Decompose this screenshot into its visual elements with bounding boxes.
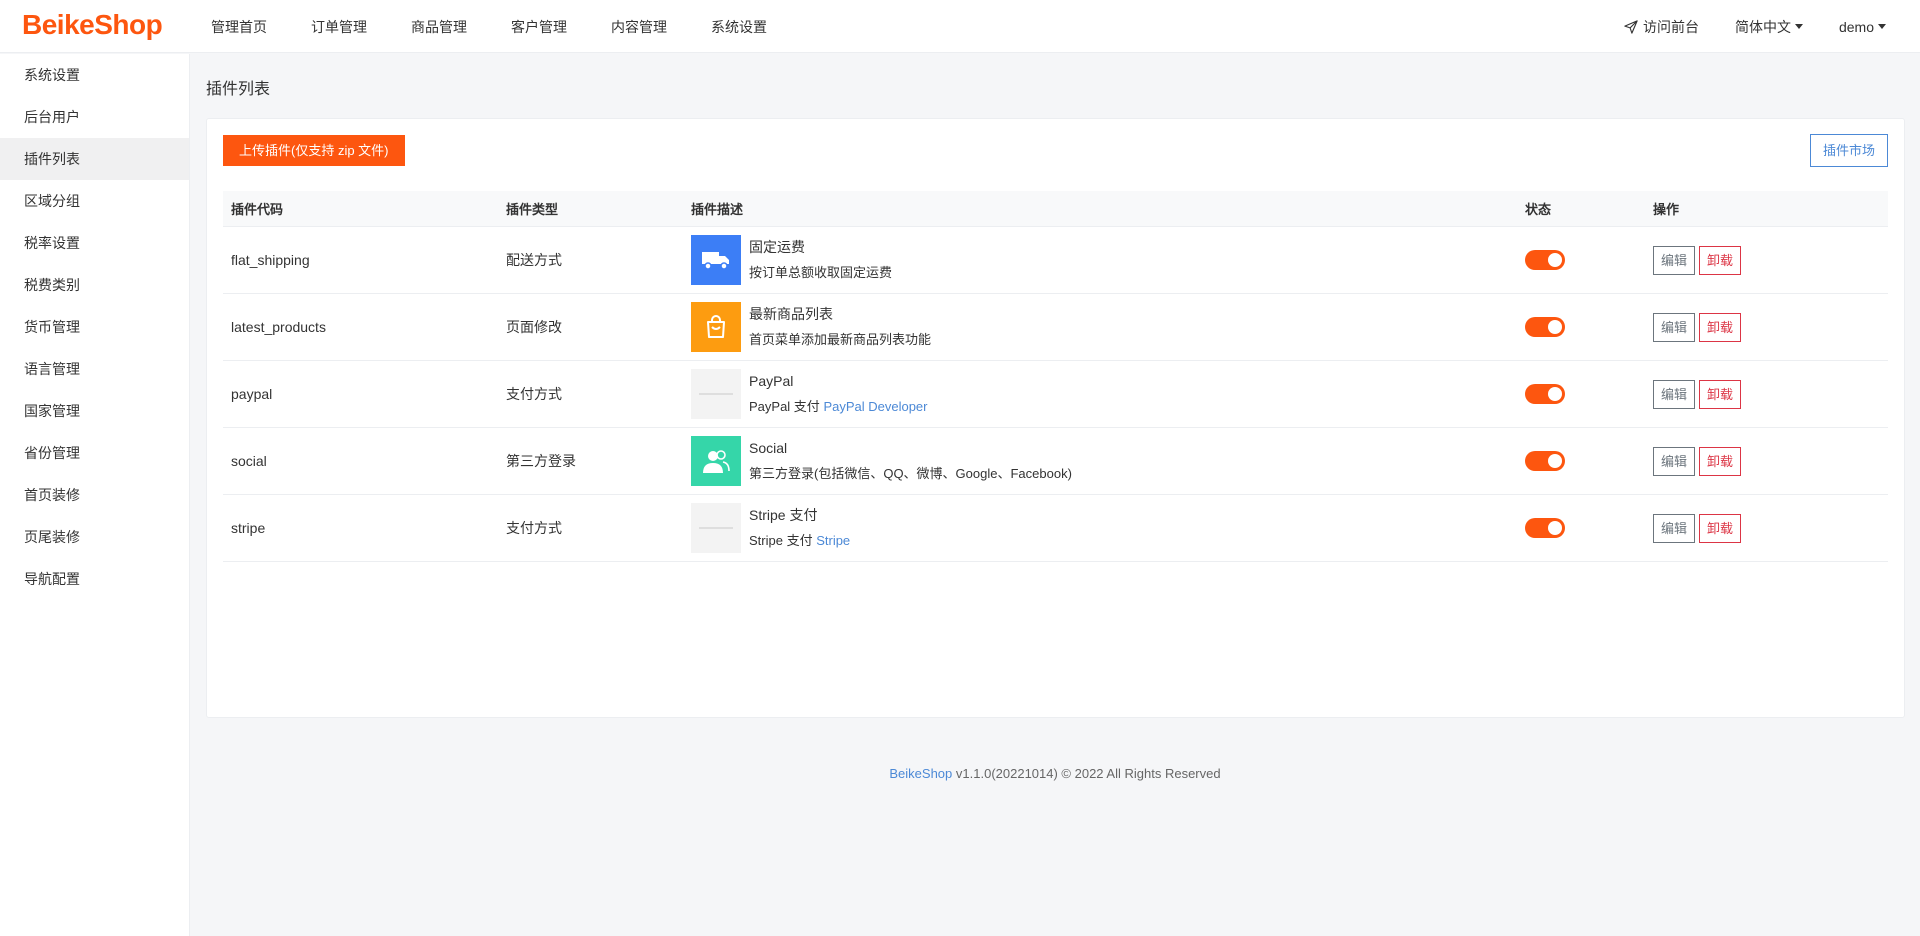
header-status: 状态 bbox=[1525, 202, 1552, 217]
plugin-type: 配送方式 bbox=[506, 252, 562, 268]
edit-button[interactable]: 编辑 bbox=[1653, 513, 1696, 543]
status-toggle[interactable] bbox=[1525, 451, 1565, 471]
plugin-name: Stripe 支付 bbox=[749, 507, 818, 523]
sidebar-item-plugins[interactable]: 插件列表 bbox=[0, 138, 189, 180]
sidebar-item-countries[interactable]: 国家管理 bbox=[0, 390, 189, 432]
user-dropdown[interactable]: demo bbox=[1839, 19, 1886, 35]
chevron-down-icon bbox=[1794, 24, 1803, 29]
sidebar: 系统设置 后台用户 插件列表 区域分组 税率设置 税费类别 货币管理 语言管理 … bbox=[0, 54, 190, 936]
header-ops: 操作 bbox=[1653, 202, 1680, 217]
visit-frontend-label: 访问前台 bbox=[1642, 18, 1699, 35]
visit-frontend-link[interactable]: 访问前台 bbox=[1624, 17, 1699, 37]
top-right-menu: 访问前台 简体中文 demo bbox=[1588, 0, 1886, 53]
edit-button[interactable]: 编辑 bbox=[1653, 312, 1696, 342]
plugin-type: 第三方登录 bbox=[506, 453, 576, 469]
chevron-down-icon bbox=[1878, 24, 1886, 29]
table-row: stripe 支付方式 Stripe 支付 Stripe 支付 Stripe 编… bbox=[223, 495, 1888, 562]
plugin-type: 支付方式 bbox=[506, 520, 562, 536]
plugin-name: 固定运费 bbox=[749, 239, 805, 255]
plugin-type: 页面修改 bbox=[506, 319, 562, 335]
plugin-name: Social bbox=[749, 440, 788, 456]
sidebar-item-system-settings[interactable]: 系统设置 bbox=[0, 54, 189, 96]
sidebar-item-provinces[interactable]: 省份管理 bbox=[0, 432, 189, 474]
plugin-name: PayPal bbox=[749, 373, 794, 389]
plugin-name: 最新商品列表 bbox=[749, 306, 833, 322]
placeholder-image-icon bbox=[691, 503, 741, 553]
page-title: 插件列表 bbox=[206, 81, 271, 98]
plugin-code: latest_products bbox=[231, 319, 326, 335]
plugin-subtitle: Stripe 支付 Stripe bbox=[749, 533, 851, 548]
sidebar-item-navigation[interactable]: 导航配置 bbox=[0, 558, 189, 600]
status-toggle[interactable] bbox=[1525, 317, 1565, 337]
truck-icon bbox=[691, 235, 741, 285]
plugins-card: 上传插件(仅支持 zip 文件) 插件市场 插件代码 插件类型 插件描述 状态 … bbox=[206, 118, 1905, 718]
plugin-desc: PayPal PayPal 支付 PayPal Developer bbox=[683, 369, 1517, 419]
uninstall-button[interactable]: 卸载 bbox=[1699, 446, 1742, 476]
language-dropdown[interactable]: 简体中文 bbox=[1735, 17, 1803, 37]
plugin-desc: Stripe 支付 Stripe 支付 Stripe bbox=[683, 503, 1517, 553]
sidebar-item-home-design[interactable]: 首页装修 bbox=[0, 474, 189, 516]
top-header: BeikeShop 管理首页 订单管理 商品管理 客户管理 内容管理 系统设置 … bbox=[0, 0, 1920, 53]
sidebar-item-admin-users[interactable]: 后台用户 bbox=[0, 96, 189, 138]
top-nav: 管理首页 订单管理 商品管理 客户管理 内容管理 系统设置 bbox=[211, 0, 811, 53]
status-toggle[interactable] bbox=[1525, 250, 1565, 270]
sidebar-item-tax-rates[interactable]: 税率设置 bbox=[0, 222, 189, 264]
send-icon bbox=[1624, 19, 1638, 34]
edit-button[interactable]: 编辑 bbox=[1653, 245, 1696, 275]
header-type: 插件类型 bbox=[506, 202, 559, 217]
plugin-desc: 最新商品列表 首页菜单添加最新商品列表功能 bbox=[683, 302, 1517, 352]
language-label: 简体中文 bbox=[1734, 18, 1791, 35]
plugin-code: flat_shipping bbox=[231, 252, 310, 268]
status-toggle[interactable] bbox=[1525, 518, 1565, 538]
table-row: flat_shipping 配送方式 固定运费 按订单总额收取固定运费 编辑 卸… bbox=[223, 227, 1888, 294]
shopping-bag-icon bbox=[691, 302, 741, 352]
table-row: latest_products 页面修改 最新商品列表 首页菜单添加最新商品列表… bbox=[223, 294, 1888, 361]
edit-button[interactable]: 编辑 bbox=[1653, 379, 1696, 409]
sidebar-item-region-groups[interactable]: 区域分组 bbox=[0, 180, 189, 222]
sidebar-item-footer-design[interactable]: 页尾装修 bbox=[0, 516, 189, 558]
nav-item-orders[interactable]: 订单管理 bbox=[311, 17, 367, 37]
plugin-code: paypal bbox=[231, 386, 273, 402]
uninstall-button[interactable]: 卸载 bbox=[1699, 513, 1742, 543]
developer-link[interactable]: Stripe bbox=[816, 533, 850, 548]
plugin-subtitle: 第三方登录(包括微信、QQ、微博、Google、Facebook) bbox=[749, 466, 1072, 481]
sidebar-item-tax-classes[interactable]: 税费类别 bbox=[0, 264, 189, 306]
table-header: 插件代码 插件类型 插件描述 状态 操作 bbox=[223, 191, 1888, 227]
nav-item-dashboard[interactable]: 管理首页 bbox=[211, 17, 267, 37]
sidebar-item-languages[interactable]: 语言管理 bbox=[0, 348, 189, 390]
table-row: social 第三方登录 Social 第三方登录(包括微信、QQ、微博、Goo… bbox=[223, 428, 1888, 495]
footer-text: v1.1.0(20221014) © 2022 All Rights Reser… bbox=[955, 766, 1221, 781]
plugin-desc: Social 第三方登录(包括微信、QQ、微博、Google、Facebook) bbox=[683, 436, 1517, 486]
nav-item-settings[interactable]: 系统设置 bbox=[711, 17, 767, 37]
plugin-desc: 固定运费 按订单总额收取固定运费 bbox=[683, 235, 1517, 285]
plugin-subtitle: 首页菜单添加最新商品列表功能 bbox=[749, 332, 932, 347]
plugin-code: social bbox=[231, 453, 267, 469]
nav-item-customers[interactable]: 客户管理 bbox=[511, 17, 567, 37]
user-label: demo bbox=[1838, 18, 1874, 35]
footer-brand-link[interactable]: BeikeShop bbox=[889, 766, 952, 781]
plugin-code: stripe bbox=[231, 520, 266, 536]
plugin-type: 支付方式 bbox=[506, 386, 562, 402]
sidebar-item-currencies[interactable]: 货币管理 bbox=[0, 306, 189, 348]
plugins-table: 插件代码 插件类型 插件描述 状态 操作 flat_shipping 配送方式 bbox=[223, 191, 1888, 562]
plugin-subtitle: 按订单总额收取固定运费 bbox=[749, 265, 893, 280]
edit-button[interactable]: 编辑 bbox=[1653, 446, 1696, 476]
uninstall-button[interactable]: 卸载 bbox=[1699, 245, 1742, 275]
upload-plugin-button[interactable]: 上传插件(仅支持 zip 文件) bbox=[223, 135, 405, 166]
users-icon bbox=[691, 436, 741, 486]
plugin-market-button[interactable]: 插件市场 bbox=[1809, 134, 1888, 167]
status-toggle[interactable] bbox=[1525, 384, 1565, 404]
developer-link[interactable]: PayPal Developer bbox=[823, 399, 927, 414]
nav-item-content[interactable]: 内容管理 bbox=[611, 17, 667, 37]
placeholder-image-icon bbox=[691, 369, 741, 419]
uninstall-button[interactable]: 卸载 bbox=[1699, 379, 1742, 409]
plugin-subtitle: PayPal 支付 PayPal Developer bbox=[749, 399, 928, 414]
nav-item-products[interactable]: 商品管理 bbox=[411, 17, 467, 37]
header-desc: 插件描述 bbox=[691, 202, 744, 217]
uninstall-button[interactable]: 卸载 bbox=[1699, 312, 1742, 342]
footer: BeikeShop v1.1.0(20221014) © 2022 All Ri… bbox=[190, 766, 1920, 781]
table-row: paypal 支付方式 PayPal PayPal 支付 PayPal Deve… bbox=[223, 361, 1888, 428]
logo[interactable]: BeikeShop bbox=[22, 9, 163, 41]
header-code: 插件代码 bbox=[231, 202, 284, 217]
